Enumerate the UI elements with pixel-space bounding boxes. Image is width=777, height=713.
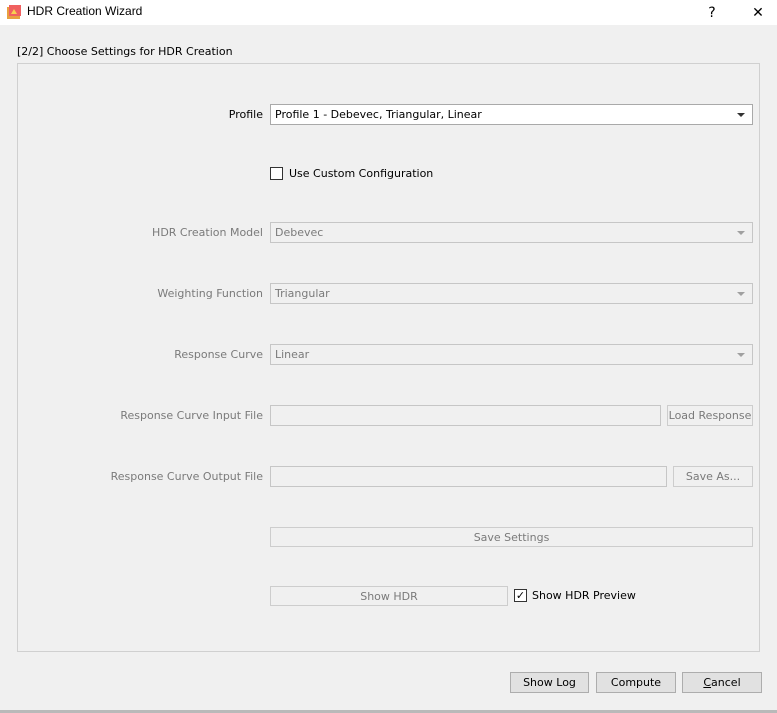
chevron-down-icon [737, 353, 745, 357]
weighting-value: Triangular [275, 287, 330, 300]
input-file-field[interactable] [270, 405, 661, 426]
output-file-field[interactable] [270, 466, 667, 487]
help-icon: ? [708, 4, 716, 21]
show-preview-checkbox[interactable]: ✓ [514, 589, 527, 602]
help-button[interactable]: ? [689, 0, 735, 25]
custom-config-label: Use Custom Configuration [289, 167, 434, 180]
close-button[interactable]: ✕ [735, 0, 777, 25]
show-preview-label: Show HDR Preview [532, 589, 636, 602]
step-heading: [2/2] Choose Settings for HDR Creation [17, 45, 233, 58]
show-log-label: Show Log [523, 676, 576, 689]
response-curve-label: Response Curve [174, 348, 263, 361]
profile-value: Profile 1 - Debevec, Triangular, Linear [275, 108, 482, 121]
chevron-down-icon [737, 231, 745, 235]
cancel-label: Cancel [703, 676, 741, 689]
weighting-combobox[interactable]: Triangular [270, 283, 753, 304]
output-file-label: Response Curve Output File [110, 470, 263, 483]
checkmark-icon: ✓ [515, 589, 526, 602]
response-curve-combobox[interactable]: Linear [270, 344, 753, 365]
show-hdr-button[interactable]: Show HDR [270, 586, 508, 606]
title-bar: HDR Creation Wizard ? ✕ [0, 0, 777, 25]
show-log-button[interactable]: Show Log [510, 672, 589, 693]
close-icon: ✕ [752, 4, 764, 21]
compute-label: Compute [610, 676, 662, 689]
load-response-button[interactable]: Load Response [667, 405, 753, 426]
creation-model-value: Debevec [275, 226, 324, 239]
creation-model-combobox[interactable]: Debevec [270, 222, 753, 243]
input-file-label: Response Curve Input File [120, 409, 263, 422]
creation-model-label: HDR Creation Model [152, 226, 263, 239]
chevron-down-icon [737, 292, 745, 296]
response-curve-value: Linear [275, 348, 310, 361]
chevron-down-icon [737, 113, 745, 117]
profile-combobox[interactable]: Profile 1 - Debevec, Triangular, Linear [270, 104, 753, 125]
custom-config-checkbox[interactable] [270, 167, 283, 180]
window-title: HDR Creation Wizard [27, 4, 143, 18]
save-as-button[interactable]: Save As... [673, 466, 753, 487]
save-settings-button[interactable]: Save Settings [270, 527, 753, 547]
compute-button[interactable]: Compute [596, 672, 676, 693]
profile-label: Profile [228, 108, 263, 121]
app-icon [7, 5, 21, 19]
cancel-button[interactable]: Cancel [682, 672, 762, 693]
weighting-label: Weighting Function [157, 287, 263, 300]
